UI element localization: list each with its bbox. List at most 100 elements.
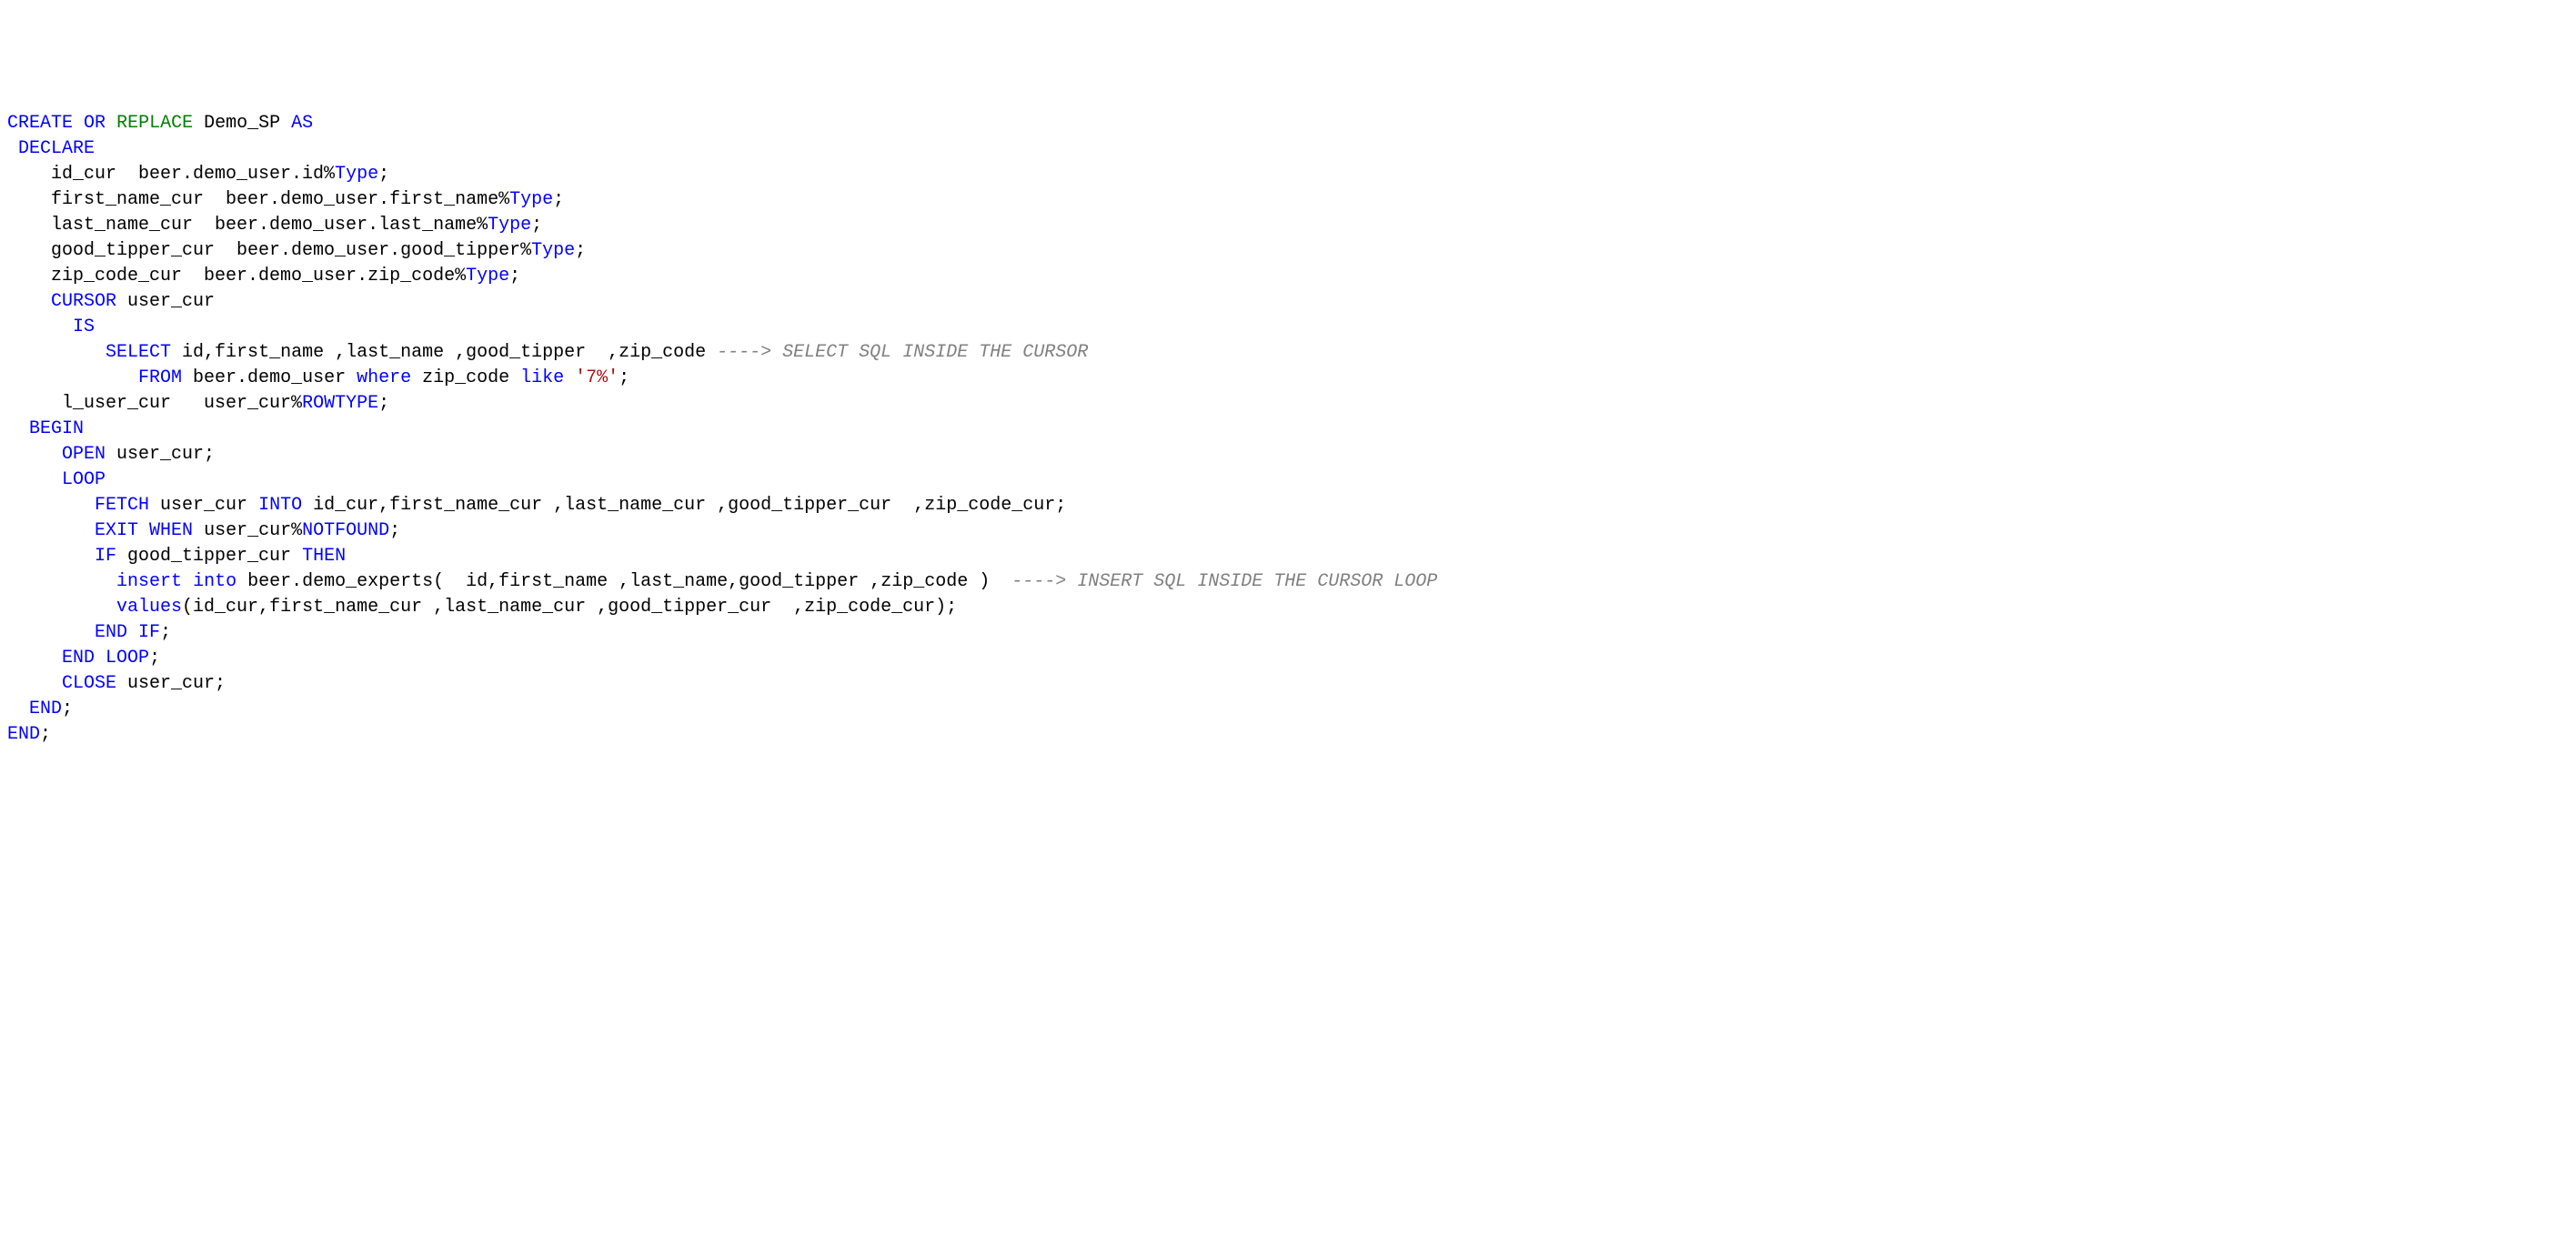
code-token: good_tipper_cur	[116, 546, 302, 567]
code-token: END	[7, 724, 40, 745]
code-token: user_cur	[116, 291, 215, 312]
code-token	[7, 495, 95, 516]
code-token	[7, 291, 51, 312]
code-line: CREATE OR REPLACE Demo_SP AS	[7, 111, 2569, 136]
code-token: like	[520, 367, 564, 388]
code-token: IF	[95, 546, 116, 567]
code-token: Demo_SP	[193, 113, 291, 134]
code-line: OPEN user_cur;	[7, 442, 2569, 468]
code-token: ;	[509, 266, 520, 287]
code-token: ;	[531, 215, 542, 236]
code-line: l_user_cur user_cur%ROWTYPE;	[7, 391, 2569, 417]
code-block: CREATE OR REPLACE Demo_SP AS DECLARE id_…	[7, 111, 2569, 748]
code-token: id_cur,first_name_cur ,last_name_cur ,go…	[302, 495, 1066, 516]
code-token: AS	[291, 113, 313, 134]
code-line: insert into beer.demo_experts( id,first_…	[7, 569, 2569, 595]
code-token: THEN	[302, 546, 346, 567]
code-token: END	[62, 648, 95, 669]
code-token	[564, 367, 575, 388]
code-token: zip_code	[411, 367, 520, 388]
code-token: INTO	[258, 495, 302, 516]
code-token: FETCH	[95, 495, 149, 516]
code-token	[95, 648, 106, 669]
code-token: Type	[509, 189, 553, 210]
code-token	[7, 520, 95, 541]
code-token: user_cur;	[116, 673, 226, 694]
code-token: beer.demo_experts( id,first_name ,last_n…	[236, 571, 1011, 592]
code-line: SELECT id,first_name ,last_name ,good_ti…	[7, 340, 2569, 366]
code-token: values	[116, 597, 182, 618]
code-token: last_name_cur beer.demo_user.last_name%	[7, 215, 488, 236]
code-line: FROM beer.demo_user where zip_code like …	[7, 366, 2569, 391]
code-token	[7, 469, 62, 490]
code-token: LOOP	[62, 469, 106, 490]
code-line: values(id_cur,first_name_cur ,last_name_…	[7, 595, 2569, 620]
code-line: FETCH user_cur INTO id_cur,first_name_cu…	[7, 493, 2569, 518]
code-line: last_name_cur beer.demo_user.last_name%T…	[7, 213, 2569, 238]
code-line: EXIT WHEN user_cur%NOTFOUND;	[7, 518, 2569, 544]
code-line: IS	[7, 315, 2569, 340]
code-line: BEGIN	[7, 417, 2569, 442]
code-token: ;	[553, 189, 564, 210]
code-line: CURSOR user_cur	[7, 289, 2569, 315]
code-token: ;	[575, 240, 586, 261]
code-token: id,first_name ,last_name ,good_tipper ,z…	[171, 342, 717, 363]
code-token: ;	[378, 393, 389, 414]
code-token	[7, 648, 62, 669]
code-token: Type	[531, 240, 575, 261]
code-token: Type	[466, 266, 509, 287]
code-line: zip_code_cur beer.demo_user.zip_code%Typ…	[7, 264, 2569, 289]
code-token: '7%'	[575, 367, 619, 388]
code-token: ----> INSERT SQL INSIDE THE CURSOR LOOP	[1011, 571, 1437, 592]
code-token: SELECT	[106, 342, 171, 363]
code-token: user_cur	[149, 495, 258, 516]
code-token	[7, 317, 73, 337]
code-line: IF good_tipper_cur THEN	[7, 544, 2569, 569]
code-token: REPLACE	[116, 113, 193, 134]
code-token: OR	[84, 113, 106, 134]
code-token	[7, 444, 62, 465]
code-token: ;	[149, 648, 160, 669]
code-token	[7, 699, 29, 719]
code-token	[127, 622, 138, 643]
code-token	[7, 673, 62, 694]
code-token	[7, 342, 106, 363]
code-token	[7, 367, 138, 388]
code-token: EXIT	[95, 520, 138, 541]
code-token: ;	[62, 699, 73, 719]
code-token	[7, 571, 116, 592]
code-token: ROWTYPE	[302, 393, 378, 414]
code-token	[7, 418, 29, 439]
code-token: CLOSE	[62, 673, 116, 694]
code-token	[7, 622, 95, 643]
code-token	[73, 113, 84, 134]
code-token: END	[29, 699, 62, 719]
code-token: Type	[335, 164, 378, 185]
code-token: ;	[160, 622, 171, 643]
code-token: zip_code_cur beer.demo_user.zip_code%	[7, 266, 466, 287]
code-token: ;	[378, 164, 389, 185]
code-token: LOOP	[106, 648, 149, 669]
code-line: CLOSE user_cur;	[7, 671, 2569, 697]
code-token	[7, 546, 95, 567]
code-token: FROM	[138, 367, 182, 388]
code-token: ;	[40, 724, 51, 745]
code-token: user_cur;	[106, 444, 215, 465]
code-token: DECLARE	[18, 138, 95, 159]
code-token: END	[95, 622, 127, 643]
code-token: OPEN	[62, 444, 106, 465]
code-token: where	[357, 367, 411, 388]
code-line: LOOP	[7, 468, 2569, 493]
code-token: ;	[619, 367, 629, 388]
code-token: Type	[488, 215, 531, 236]
code-token: ;	[389, 520, 400, 541]
code-token: id_cur beer.demo_user.id%	[7, 164, 335, 185]
code-token	[7, 138, 18, 159]
code-token	[138, 520, 149, 541]
code-line: DECLARE	[7, 136, 2569, 162]
code-line: END;	[7, 722, 2569, 748]
code-token: NOTFOUND	[302, 520, 389, 541]
code-token: IF	[138, 622, 160, 643]
code-token: into	[193, 571, 236, 592]
code-token: CREATE	[7, 113, 73, 134]
